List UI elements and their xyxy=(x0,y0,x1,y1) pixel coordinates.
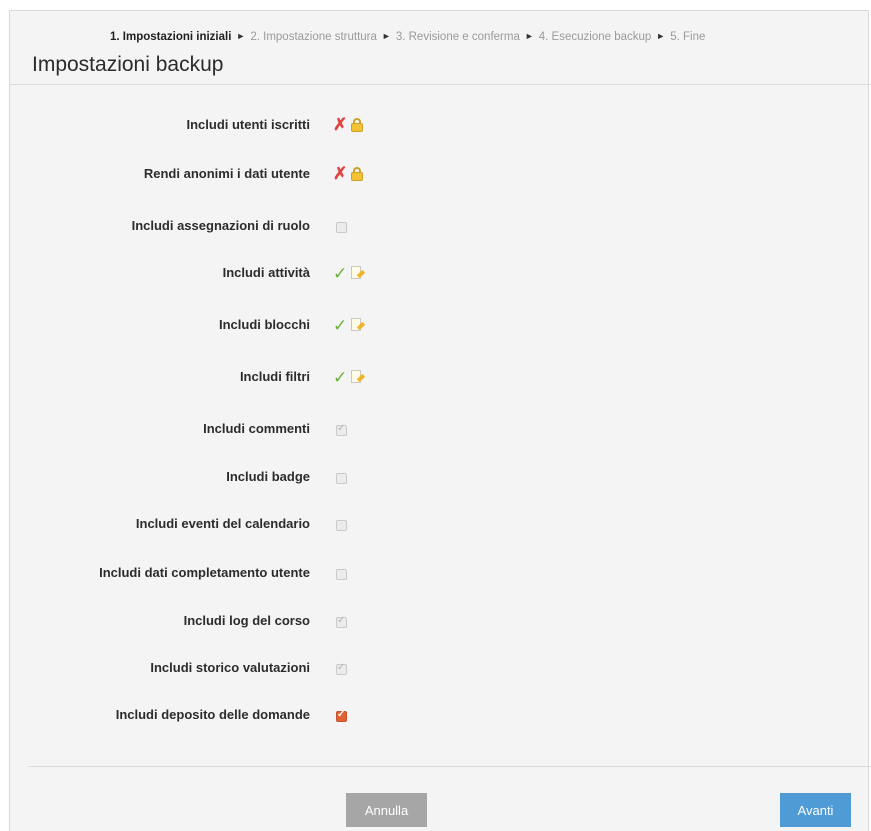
wizard-breadcrumb: 1. Impostazioni iniziali ► 2. Impostazione… xyxy=(110,31,705,43)
step-schema-settings: 2. Impostazione struttura xyxy=(250,31,377,43)
cross-icon: ✗ xyxy=(333,164,348,183)
footer-divider xyxy=(28,766,871,767)
setting-label: Includi blocchi xyxy=(218,317,310,332)
completion-checkbox xyxy=(336,569,347,580)
header-divider xyxy=(9,84,871,85)
step-separator-icon: ► xyxy=(381,31,391,41)
role-assignments-checkbox xyxy=(336,222,347,233)
cross-icon: ✗ xyxy=(333,115,348,134)
setting-label: Includi deposito delle domande xyxy=(115,707,310,722)
check-icon: ✓ xyxy=(333,264,348,283)
setting-label: Rendi anonimi i dati utente xyxy=(143,166,310,181)
setting-row-users: Includi utenti iscritti ✗ xyxy=(0,113,858,137)
step-confirmation-review: 3. Revisione e conferma xyxy=(395,31,520,43)
setting-row-question-bank: Includi deposito delle domande xyxy=(0,703,858,727)
next-button[interactable]: Avanti xyxy=(780,793,851,827)
step-complete: 5. Fine xyxy=(670,31,706,43)
setting-control: ✓ xyxy=(333,315,366,335)
setting-control: ✓ xyxy=(333,367,366,387)
setting-control xyxy=(333,216,347,236)
setting-control: ✗ xyxy=(333,115,364,135)
setting-row-comments: Includi commenti xyxy=(0,417,858,441)
question-bank-checkbox[interactable] xyxy=(336,709,347,722)
course-logs-checkbox xyxy=(336,615,347,628)
setting-control xyxy=(333,563,347,583)
setting-control: ✗ xyxy=(333,164,364,184)
setting-label: Includi attività xyxy=(222,265,310,280)
page-title: Impostazioni backup xyxy=(32,53,224,76)
edit-icon[interactable] xyxy=(350,369,366,385)
lock-icon xyxy=(350,118,364,132)
setting-row-blocks: Includi blocchi ✓ xyxy=(0,313,858,337)
setting-row-badges: Includi badge xyxy=(0,465,858,489)
setting-label: Includi dati completamento utente xyxy=(99,565,310,580)
step-separator-icon: ► xyxy=(524,31,534,41)
setting-label: Includi assegnazioni di ruolo xyxy=(131,218,310,233)
setting-label: Includi eventi del calendario xyxy=(135,516,310,531)
setting-control xyxy=(333,611,347,631)
setting-control xyxy=(333,514,347,534)
edit-icon[interactable] xyxy=(350,317,366,333)
setting-label: Includi storico valutazioni xyxy=(150,660,310,675)
setting-row-role-assignments: Includi assegnazioni di ruolo xyxy=(0,214,858,238)
setting-control xyxy=(333,419,347,439)
setting-row-calendar-events: Includi eventi del calendario xyxy=(0,512,858,536)
step-separator-icon: ► xyxy=(236,31,246,41)
check-icon: ✓ xyxy=(333,316,348,335)
cancel-button[interactable]: Annulla xyxy=(346,793,427,827)
setting-control xyxy=(333,705,347,725)
setting-label: Includi commenti xyxy=(203,421,310,436)
step-separator-icon: ► xyxy=(656,31,666,41)
step-perform-backup: 4. Esecuzione backup xyxy=(538,31,652,43)
setting-row-anonymize: Rendi anonimi i dati utente ✗ xyxy=(0,162,858,186)
step-initial-settings: 1. Impostazioni iniziali xyxy=(110,31,232,43)
setting-control xyxy=(333,467,347,487)
edit-icon[interactable] xyxy=(350,265,366,281)
setting-row-filters: Includi filtri ✓ xyxy=(0,365,858,389)
setting-row-course-logs: Includi log del corso xyxy=(0,609,858,633)
setting-row-activities: Includi attività ✓ xyxy=(0,261,858,285)
calendar-events-checkbox xyxy=(336,520,347,531)
setting-control xyxy=(333,658,347,678)
setting-label: Includi log del corso xyxy=(183,613,310,628)
setting-label: Includi filtri xyxy=(239,369,310,384)
lock-icon xyxy=(350,167,364,181)
check-icon: ✓ xyxy=(333,368,348,387)
setting-row-completion: Includi dati completamento utente xyxy=(0,561,858,585)
grade-history-checkbox xyxy=(336,662,347,675)
setting-control: ✓ xyxy=(333,263,366,283)
setting-label: Includi utenti iscritti xyxy=(186,117,310,132)
badges-checkbox xyxy=(336,473,347,484)
setting-label: Includi badge xyxy=(226,469,310,484)
comments-checkbox xyxy=(336,423,347,436)
setting-row-grade-history: Includi storico valutazioni xyxy=(0,656,858,680)
